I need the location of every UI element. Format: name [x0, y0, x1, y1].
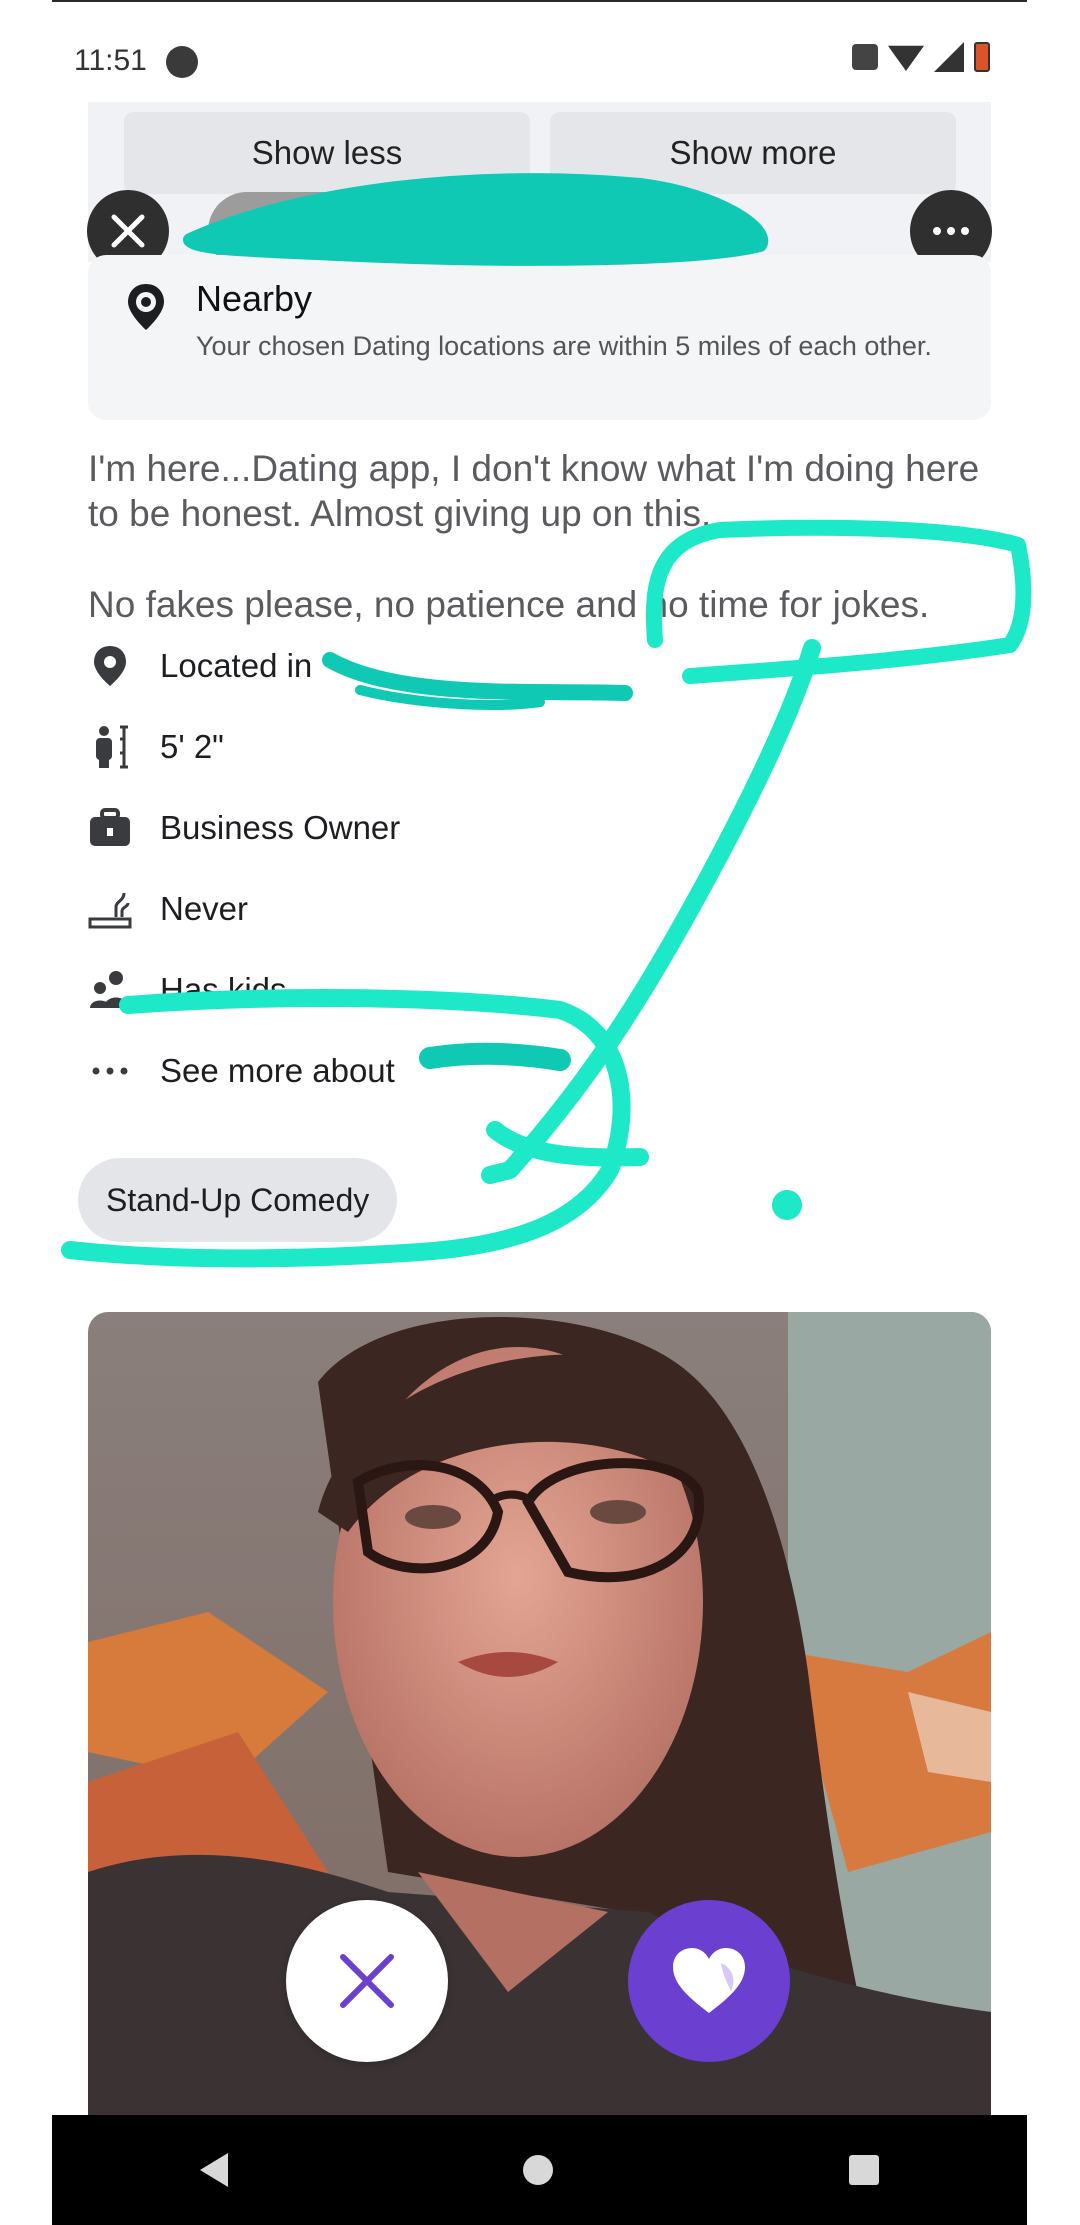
interest-chip[interactable]: Stand-Up Comedy: [78, 1158, 398, 1242]
show-more-button[interactable]: Show more: [550, 112, 956, 194]
messenger-icon: [166, 46, 198, 78]
detail-row-location: Located in: [88, 638, 312, 694]
height-text: 5' 2": [160, 728, 224, 765]
detail-row-job: Business Owner: [88, 800, 400, 856]
pass-button[interactable]: [286, 1900, 448, 2062]
briefcase-icon: [88, 806, 132, 850]
like-button[interactable]: [628, 1900, 790, 2062]
wifi-icon: [888, 45, 924, 71]
nearby-icon: [128, 284, 164, 330]
detail-row-kids: Has kids: [88, 962, 287, 1018]
heart-icon: [673, 1948, 745, 2013]
status-time: 11:51: [74, 44, 147, 77]
see-more-text[interactable]: See more about: [160, 1052, 395, 1090]
location-text: Located in: [160, 647, 313, 684]
nav-recent-icon[interactable]: [849, 2155, 880, 2185]
detail-row-height: 5' 2": [88, 719, 224, 775]
kids-icon: [88, 968, 132, 1012]
nearby-title: Nearby: [196, 278, 313, 319]
nearby-description: Your chosen Dating locations are within …: [196, 331, 932, 361]
dots-icon: [88, 1049, 132, 1093]
nfc-icon: [852, 44, 878, 70]
height-icon: [88, 725, 132, 769]
status-icons: [852, 42, 990, 72]
nav-back-icon[interactable]: [199, 2153, 228, 2187]
more-icon: [933, 227, 969, 235]
profile-photo: [88, 1312, 991, 2120]
signal-icon: [934, 42, 964, 72]
smoking-text: Never: [160, 890, 249, 927]
location-pin-icon: [88, 644, 132, 688]
bio-paragraph-1: I'm here...Dating app, I don't know what…: [88, 448, 980, 534]
smoking-icon: [88, 887, 132, 931]
detail-row-smoking: Never: [88, 881, 248, 937]
detail-row-see-more[interactable]: See more about: [88, 1043, 395, 1099]
kids-text: Has kids: [160, 971, 287, 1008]
nav-home-icon[interactable]: [523, 2155, 554, 2185]
show-less-button[interactable]: Show less: [124, 112, 530, 194]
job-text: Business Owner: [160, 809, 401, 846]
close-icon: [340, 1954, 394, 2008]
top-edge-line: [52, 0, 1027, 2]
close-icon: [111, 214, 145, 248]
bio-paragraph-2: No fakes please, no patience and no time…: [88, 584, 930, 625]
battery-icon: [974, 42, 990, 72]
android-nav-bar: [52, 2115, 1027, 2225]
